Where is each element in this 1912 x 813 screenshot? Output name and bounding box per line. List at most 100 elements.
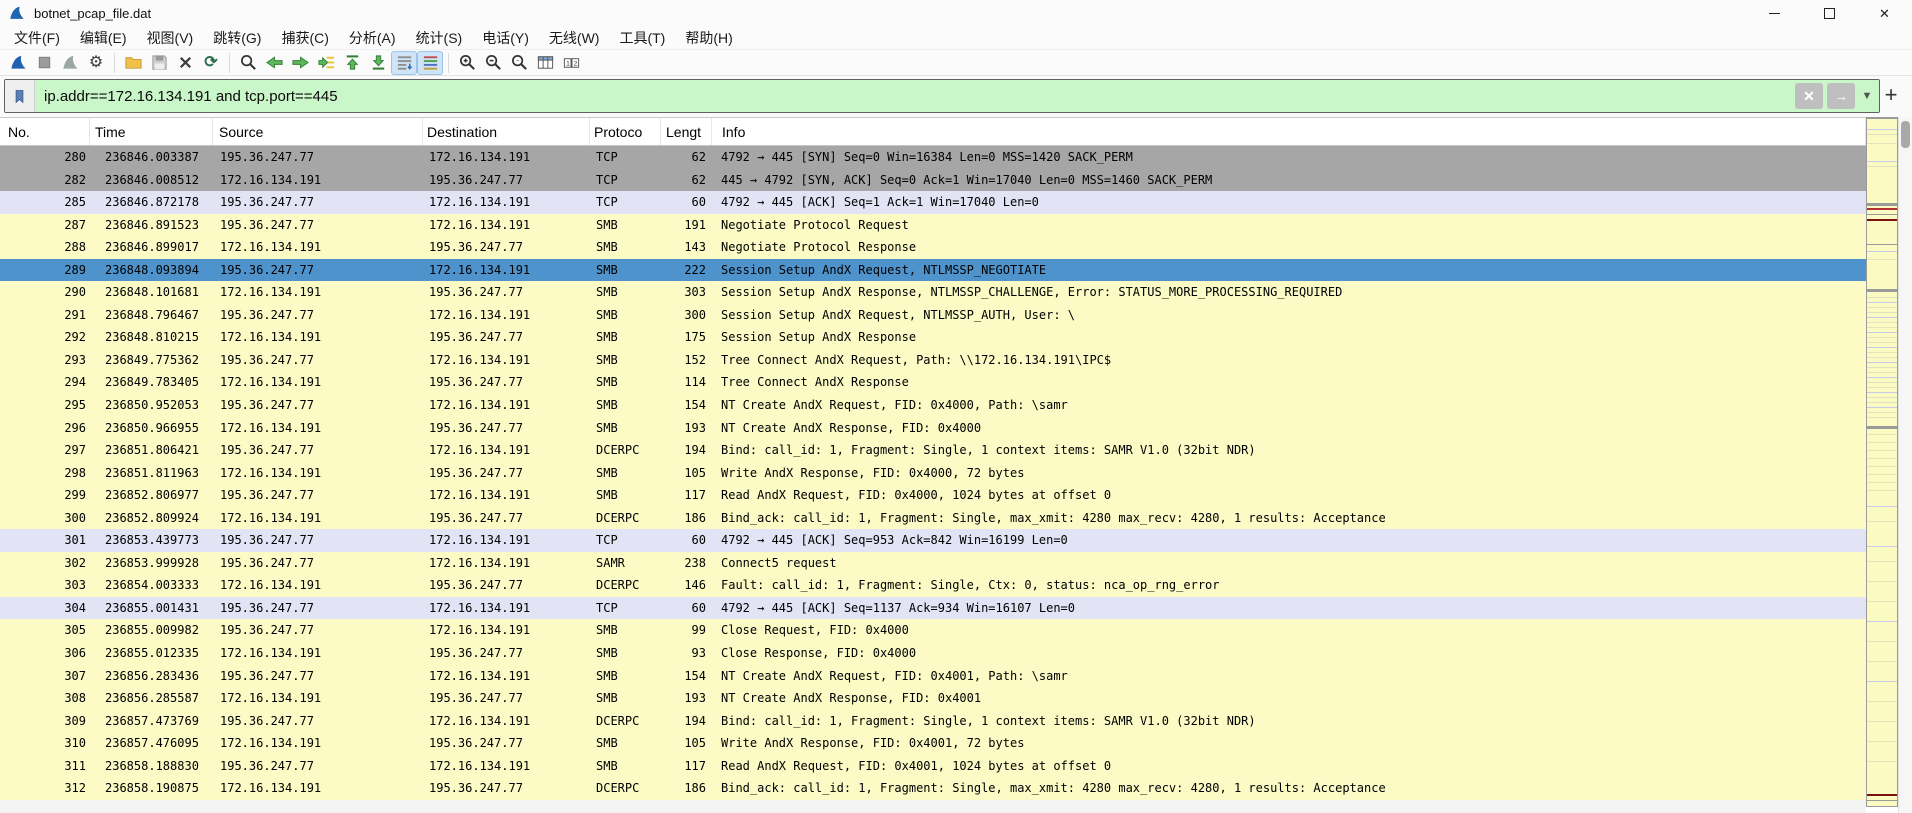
maximize-button[interactable] xyxy=(1802,0,1857,26)
find-packet-button[interactable] xyxy=(235,51,261,75)
packet-row-303[interactable]: 303 236854.003333 172.16.134.191 195.36.247… xyxy=(0,574,1866,597)
save-file-button[interactable] xyxy=(146,51,172,75)
colorize-button[interactable] xyxy=(417,50,443,75)
packet-row-289-selected[interactable]: 289 236848.093894 195.36.247.77 172.16.134.… xyxy=(0,258,1866,282)
cell-info: Tree Connect AndX Response xyxy=(721,375,909,390)
column-header-lengt[interactable]: Lengt xyxy=(661,118,712,145)
packet-row-301[interactable]: 301 236853.439773 195.36.247.77 172.16.134.… xyxy=(0,529,1866,552)
open-file-button[interactable] xyxy=(120,51,146,75)
menu-item-1[interactable]: 编辑(E) xyxy=(70,26,137,50)
packet-row-295[interactable]: 295 236850.952053 195.36.247.77 172.16.134.… xyxy=(0,394,1866,417)
packet-row-308[interactable]: 308 236856.285587 172.16.134.191 195.36.247… xyxy=(0,687,1866,710)
packet-row-298[interactable]: 298 236851.811963 172.16.134.191 195.36.247… xyxy=(0,461,1866,485)
cell-length: 222 xyxy=(684,262,706,277)
packet-row-309[interactable]: 309 236857.473769 195.36.247.77 172.16.134.… xyxy=(0,709,1866,733)
toolbar-separator xyxy=(114,52,115,73)
cell-info: Negotiate Protocol Request xyxy=(721,217,909,232)
zoom-normal-button[interactable] xyxy=(506,51,532,75)
menu-item-0[interactable]: 文件(F) xyxy=(4,26,70,50)
zoom-in-button[interactable] xyxy=(454,51,480,75)
menu-item-4[interactable]: 捕获(C) xyxy=(271,26,338,50)
column-header-source[interactable]: Source xyxy=(213,118,423,145)
filter-expression-text[interactable]: ip.addr==172.16.134.191 and tcp.port==44… xyxy=(35,88,1795,105)
packet-row-312[interactable]: 312 236858.190875 172.16.134.191 195.36.247… xyxy=(0,777,1866,800)
reload-file-button[interactable]: ⟳ xyxy=(198,51,224,75)
resize-columns-button[interactable] xyxy=(532,51,558,75)
add-filter-button[interactable]: + xyxy=(1879,81,1903,109)
intelligent-scrollbar-minimap[interactable] xyxy=(1866,117,1898,807)
apply-filter-button[interactable]: → xyxy=(1827,83,1855,109)
minimap-mark xyxy=(1867,474,1897,475)
cell-destination: 195.36.247.77 xyxy=(429,736,523,751)
packet-row-300[interactable]: 300 236852.809924 172.16.134.191 195.36.247… xyxy=(0,506,1866,530)
cell-info: 4792 → 445 [ACK] Seq=1 Ack=1 Win=17040 L… xyxy=(721,195,1039,210)
packet-row-287[interactable]: 287 236846.891523 195.36.247.77 172.16.134.… xyxy=(0,213,1866,237)
minimize-button[interactable] xyxy=(1747,0,1802,26)
packet-row-292[interactable]: 292 236848.810215 172.16.134.191 195.36.247… xyxy=(0,326,1866,349)
clear-filter-button[interactable]: ✕ xyxy=(1795,83,1823,109)
zoom-out-button[interactable] xyxy=(480,51,506,75)
packet-row-311[interactable]: 311 236858.188830 195.36.247.77 172.16.134.… xyxy=(0,754,1866,778)
close-button[interactable]: ✕ xyxy=(1857,0,1912,26)
filter-bookmark-button[interactable] xyxy=(5,80,35,112)
go-last-packet-button[interactable] xyxy=(365,51,391,75)
display-filter-input[interactable]: ip.addr==172.16.134.191 and tcp.port==44… xyxy=(4,79,1880,113)
auto-scroll-button[interactable] xyxy=(391,50,417,75)
packet-row-302[interactable]: 302 236853.999928 195.36.247.77 172.16.134.… xyxy=(0,551,1866,575)
packet-row-296[interactable]: 296 236850.966955 172.16.134.191 195.36.247… xyxy=(0,416,1866,440)
column-header-time[interactable]: Time xyxy=(90,118,213,145)
filter-dropdown-button[interactable]: ▼ xyxy=(1859,83,1875,109)
packet-row-310[interactable]: 310 236857.476095 172.16.134.191 195.36.247… xyxy=(0,732,1866,755)
cell-source: 172.16.134.191 xyxy=(220,172,322,187)
go-to-packet-button[interactable] xyxy=(313,51,339,75)
cell-time: 236852.809924 xyxy=(105,510,199,525)
packet-list: 280 236846.003387 195.36.247.77 172.16.134.… xyxy=(0,146,1866,813)
resize-columns-content-button[interactable]: 12 xyxy=(558,51,584,75)
vertical-scrollbar[interactable] xyxy=(1898,117,1912,813)
capture-options-button[interactable]: ⚙ xyxy=(83,51,109,75)
close-file-button[interactable] xyxy=(172,51,198,75)
menu-item-10[interactable]: 帮助(H) xyxy=(675,26,742,50)
go-first-packet-button[interactable] xyxy=(339,51,365,75)
go-forward-button[interactable] xyxy=(287,51,313,75)
column-header-destination[interactable]: Destination xyxy=(423,118,590,145)
scrollbar-handle[interactable] xyxy=(1901,121,1910,148)
packet-row-299[interactable]: 299 236852.806977 195.36.247.77 172.16.134.… xyxy=(0,484,1866,507)
packet-row-288[interactable]: 288 236846.899017 172.16.134.191 195.36.247… xyxy=(0,236,1866,259)
packet-row-285[interactable]: 285 236846.872178 195.36.247.77 172.16.134.… xyxy=(0,191,1866,214)
restart-capture-button[interactable] xyxy=(57,51,83,75)
packet-row-294[interactable]: 294 236849.783405 172.16.134.191 195.36.247… xyxy=(0,371,1866,395)
menu-item-6[interactable]: 统计(S) xyxy=(406,26,473,50)
packet-row-306[interactable]: 306 236855.012335 172.16.134.191 195.36.247… xyxy=(0,642,1866,665)
chevron-down-icon: ▼ xyxy=(1861,90,1873,102)
packet-row-307[interactable]: 307 236856.283436 195.36.247.77 172.16.134.… xyxy=(0,664,1866,688)
menu-item-2[interactable]: 视图(V) xyxy=(137,26,204,50)
cell-no: 294 xyxy=(64,375,86,390)
packet-row-293[interactable]: 293 236849.775362 195.36.247.77 172.16.134.… xyxy=(0,348,1866,372)
title-bar: botnet_pcap_file.dat ✕ xyxy=(0,0,1912,26)
column-header-info[interactable]: Info xyxy=(712,118,1866,145)
packet-row-282[interactable]: 282 236846.008512 172.16.134.191 195.36.247… xyxy=(0,168,1866,192)
start-capture-button[interactable] xyxy=(5,51,31,75)
menu-item-8[interactable]: 无线(W) xyxy=(539,26,610,50)
stop-capture-button[interactable] xyxy=(31,51,57,75)
packet-row-297[interactable]: 297 236851.806421 195.36.247.77 172.16.134.… xyxy=(0,439,1866,462)
go-back-button[interactable] xyxy=(261,51,287,75)
packet-row-290[interactable]: 290 236848.101681 172.16.134.191 195.36.247… xyxy=(0,281,1866,304)
menu-item-9[interactable]: 工具(T) xyxy=(609,26,675,50)
column-header-no[interactable]: No. xyxy=(0,118,90,145)
packet-row-280[interactable]: 280 236846.003387 195.36.247.77 172.16.134.… xyxy=(0,146,1866,169)
minimap-mark xyxy=(1867,219,1897,221)
minimap-mark xyxy=(1867,450,1897,451)
packet-row-304[interactable]: 304 236855.001431 195.36.247.77 172.16.134.… xyxy=(0,596,1866,620)
packet-row-305[interactable]: 305 236855.009982 195.36.247.77 172.16.134.… xyxy=(0,619,1866,643)
column-header-protoco[interactable]: Protoco xyxy=(590,118,661,145)
menu-item-7[interactable]: 电话(Y) xyxy=(472,26,539,50)
menu-item-5[interactable]: 分析(A) xyxy=(339,26,406,50)
colorize-icon xyxy=(421,53,440,72)
cell-protocol: SMB xyxy=(596,352,618,367)
menu-item-3[interactable]: 跳转(G) xyxy=(203,26,271,50)
packet-row-291[interactable]: 291 236848.796467 195.36.247.77 172.16.134.… xyxy=(0,303,1866,327)
minimap-mark xyxy=(1867,721,1897,722)
cell-info: Session Setup AndX Response, NTLMSSP_CHA… xyxy=(721,285,1343,300)
